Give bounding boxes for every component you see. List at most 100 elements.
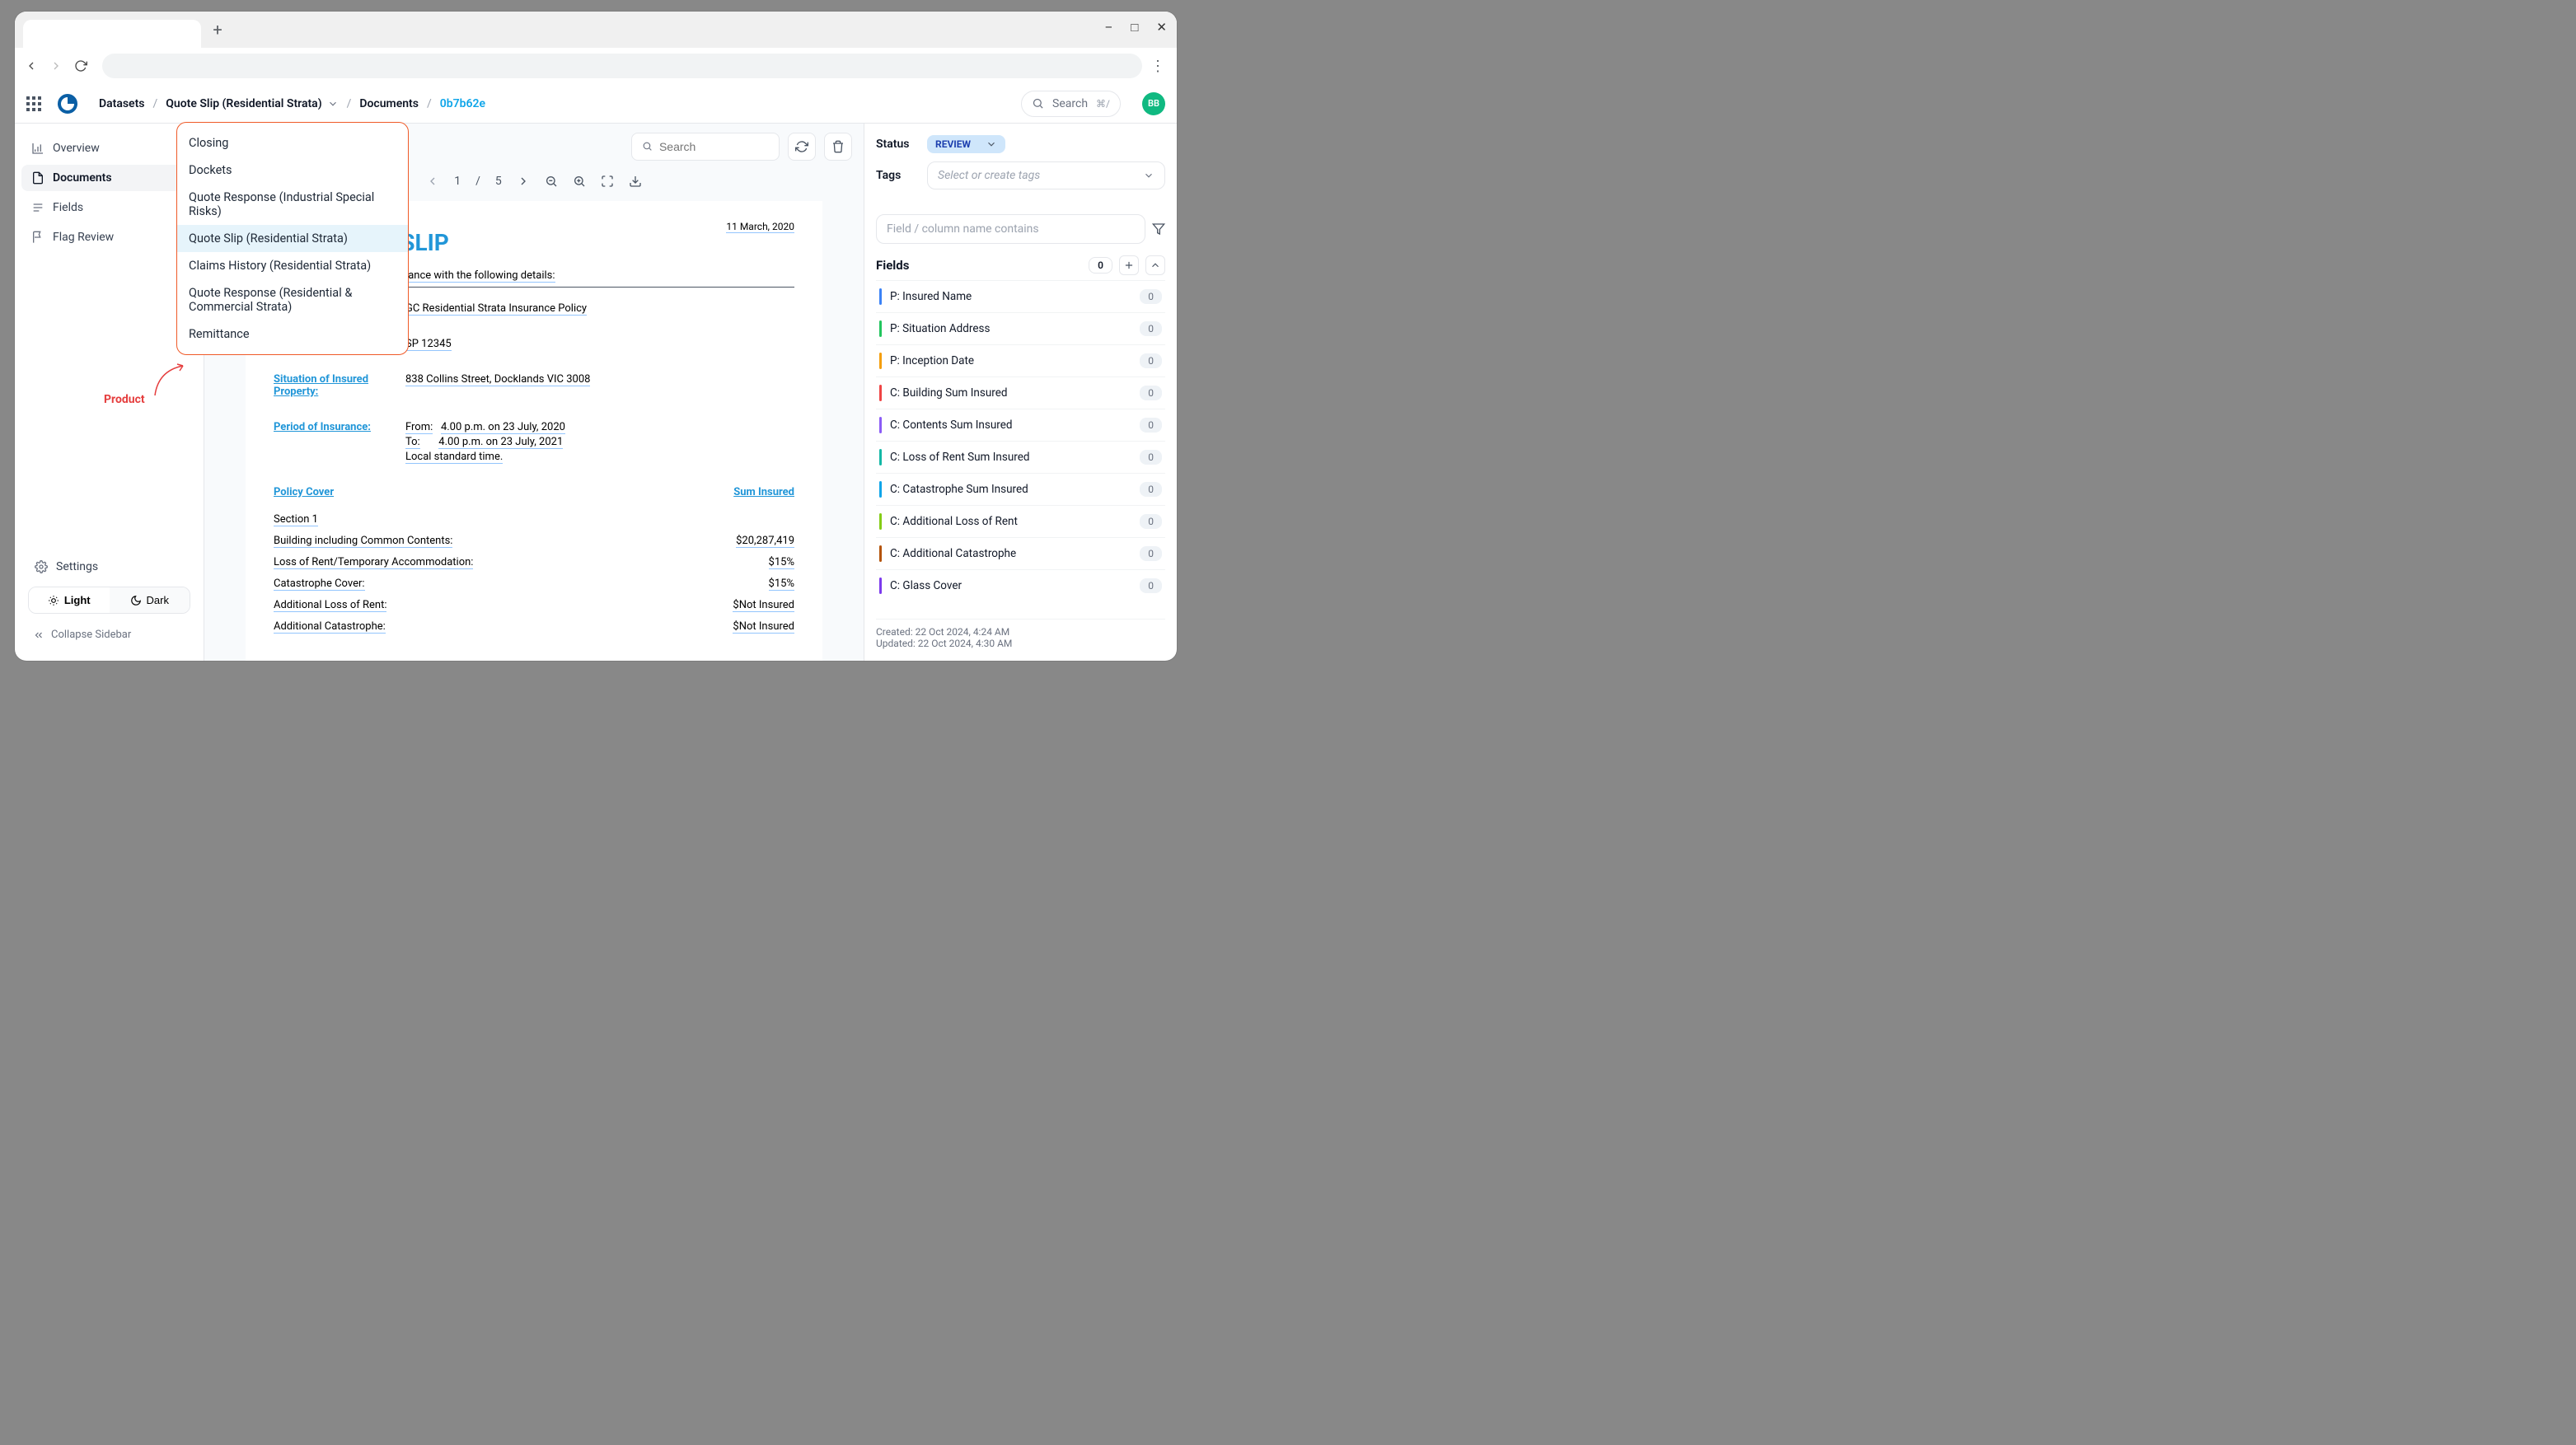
search-placeholder: Search	[1052, 97, 1088, 110]
tags-input[interactable]: Select or create tags	[927, 161, 1165, 189]
dropdown-item[interactable]: Claims History (Residential Strata)	[177, 252, 408, 279]
field-item[interactable]: C: Catastrophe Sum Insured0	[876, 473, 1165, 505]
cover-row: Building including Common Contents:$20,2…	[274, 535, 794, 548]
dropdown-item[interactable]: Remittance	[177, 320, 408, 348]
doc-field-label: Period of Insurance:	[274, 421, 405, 463]
field-item[interactable]: C: Loss of Rent Sum Insured0	[876, 441, 1165, 473]
chart-icon	[31, 142, 44, 155]
period-local: Local standard time.	[405, 451, 503, 464]
delete-button[interactable]	[824, 133, 852, 161]
browser-menu-button[interactable]: ⋮	[1149, 58, 1167, 75]
doc-search[interactable]	[631, 133, 780, 161]
sidebar-item-settings[interactable]: Settings	[25, 554, 194, 580]
dropdown-item[interactable]: Dockets	[177, 157, 408, 184]
breadcrumb-documents[interactable]: Documents	[359, 97, 419, 110]
user-avatar[interactable]: BB	[1142, 92, 1165, 115]
field-name: C: Loss of Rent Sum Insured	[890, 451, 1140, 464]
dropdown-item[interactable]: Quote Response (Industrial Special Risks…	[177, 184, 408, 225]
search-icon	[1032, 97, 1044, 110]
right-panel: Status REVIEW Tags Select or create tags	[864, 124, 1177, 661]
sum-insured-header: Sum Insured	[733, 486, 794, 498]
sidebar-item-label: Flag Review	[53, 231, 114, 244]
breadcrumb-sep: /	[153, 97, 158, 110]
collapse-sidebar-button[interactable]: Collapse Sidebar	[25, 620, 194, 649]
period-to-value: 4.00 p.m. on 23 July, 2021	[438, 436, 563, 449]
add-field-button[interactable]	[1119, 255, 1139, 275]
field-filter-input[interactable]: Field / column name contains	[876, 214, 1145, 244]
field-color-bar	[879, 578, 882, 594]
doc-field-value: SP 12345	[405, 338, 452, 351]
refresh-button[interactable]	[788, 133, 816, 161]
dropdown-item[interactable]: Closing	[177, 129, 408, 157]
gear-icon	[35, 560, 48, 573]
status-label: Status	[876, 138, 927, 151]
back-button[interactable]	[25, 59, 43, 72]
sidebar-item-overview[interactable]: Overview	[21, 135, 197, 161]
zoom-in-icon	[573, 175, 586, 188]
sidebar-item-fields[interactable]: Fields	[21, 194, 197, 221]
theme-dark-button[interactable]: Dark	[110, 587, 190, 613]
field-item[interactable]: P: Situation Address0	[876, 312, 1165, 344]
trash-icon	[831, 140, 845, 153]
field-item[interactable]: C: Glass Cover0	[876, 569, 1165, 601]
field-color-bar	[879, 385, 882, 401]
status-badge[interactable]: REVIEW	[927, 135, 1005, 153]
sidebar-item-flag-review[interactable]: Flag Review	[21, 224, 197, 250]
field-name: C: Additional Loss of Rent	[890, 515, 1140, 528]
field-item[interactable]: C: Additional Catastrophe0	[876, 537, 1165, 569]
reload-button[interactable]	[74, 59, 92, 72]
download-button[interactable]	[629, 175, 642, 188]
dropdown-item[interactable]: Quote Response (Residential & Commercial…	[177, 279, 408, 320]
field-name: P: Inception Date	[890, 354, 1140, 367]
field-item[interactable]: C: Contents Sum Insured0	[876, 409, 1165, 441]
fields-total-count: 0	[1089, 257, 1112, 274]
annotation-arrow	[150, 362, 191, 399]
fullscreen-button[interactable]	[601, 175, 614, 188]
theme-light-button[interactable]: Light	[29, 587, 110, 613]
doc-search-input[interactable]	[659, 140, 769, 153]
zoom-out-button[interactable]	[545, 175, 558, 188]
minimize-button[interactable]: –	[1105, 20, 1113, 35]
cover-row: Catastrophe Cover:$15%	[274, 578, 794, 591]
app-logo[interactable]	[58, 94, 77, 114]
field-name: C: Glass Cover	[890, 579, 1140, 592]
next-page-button[interactable]	[517, 175, 530, 188]
field-item[interactable]: C: Building Sum Insured0	[876, 376, 1165, 409]
apps-grid-icon[interactable]	[26, 96, 41, 111]
page-sep: /	[475, 175, 480, 188]
close-button[interactable]: ✕	[1156, 20, 1167, 35]
field-color-bar	[879, 513, 882, 530]
maximize-button[interactable]: □	[1131, 20, 1138, 35]
field-item[interactable]: P: Insured Name0	[876, 280, 1165, 312]
cover-value: $15%	[769, 578, 794, 591]
filter-button[interactable]	[1152, 222, 1165, 236]
field-item[interactable]: C: Additional Loss of Rent0	[876, 505, 1165, 537]
sidebar-item-documents[interactable]: Documents	[21, 165, 197, 191]
breadcrumb: Datasets / Quote Slip (Residential Strat…	[99, 97, 485, 110]
breadcrumb-sep: /	[347, 97, 352, 110]
zoom-in-button[interactable]	[573, 175, 586, 188]
cover-value: $Not Insured	[733, 620, 794, 634]
breadcrumb-datasets[interactable]: Datasets	[99, 97, 145, 110]
breadcrumb-current[interactable]: Quote Slip (Residential Strata)	[166, 97, 338, 110]
list-icon	[31, 201, 44, 214]
collapse-fields-button[interactable]	[1145, 255, 1165, 275]
field-item[interactable]: P: Inception Date0	[876, 344, 1165, 376]
browser-tab[interactable]	[23, 20, 201, 48]
period-from-value: 4.00 p.m. on 23 July, 2020	[441, 421, 565, 434]
doc-date: 11 March, 2020	[726, 221, 794, 233]
prev-page-button[interactable]	[426, 175, 439, 188]
chevron-down-icon	[1143, 170, 1155, 181]
dropdown-item[interactable]: Quote Slip (Residential Strata)	[177, 225, 408, 252]
new-tab-button[interactable]: +	[208, 20, 227, 40]
cover-label: Loss of Rent/Temporary Accommodation:	[274, 556, 473, 569]
doc-field-value: 838 Collins Street, Docklands VIC 3008	[405, 373, 590, 386]
sun-icon	[48, 595, 59, 606]
breadcrumb-id[interactable]: 0b7b62e	[440, 97, 485, 110]
forward-button[interactable]	[49, 59, 68, 72]
field-name: C: Contents Sum Insured	[890, 419, 1140, 432]
field-color-bar	[879, 449, 882, 465]
policy-cover-header: Policy Cover	[274, 486, 334, 498]
global-search[interactable]: Search ⌘/	[1021, 91, 1121, 117]
url-bar[interactable]	[102, 54, 1142, 78]
